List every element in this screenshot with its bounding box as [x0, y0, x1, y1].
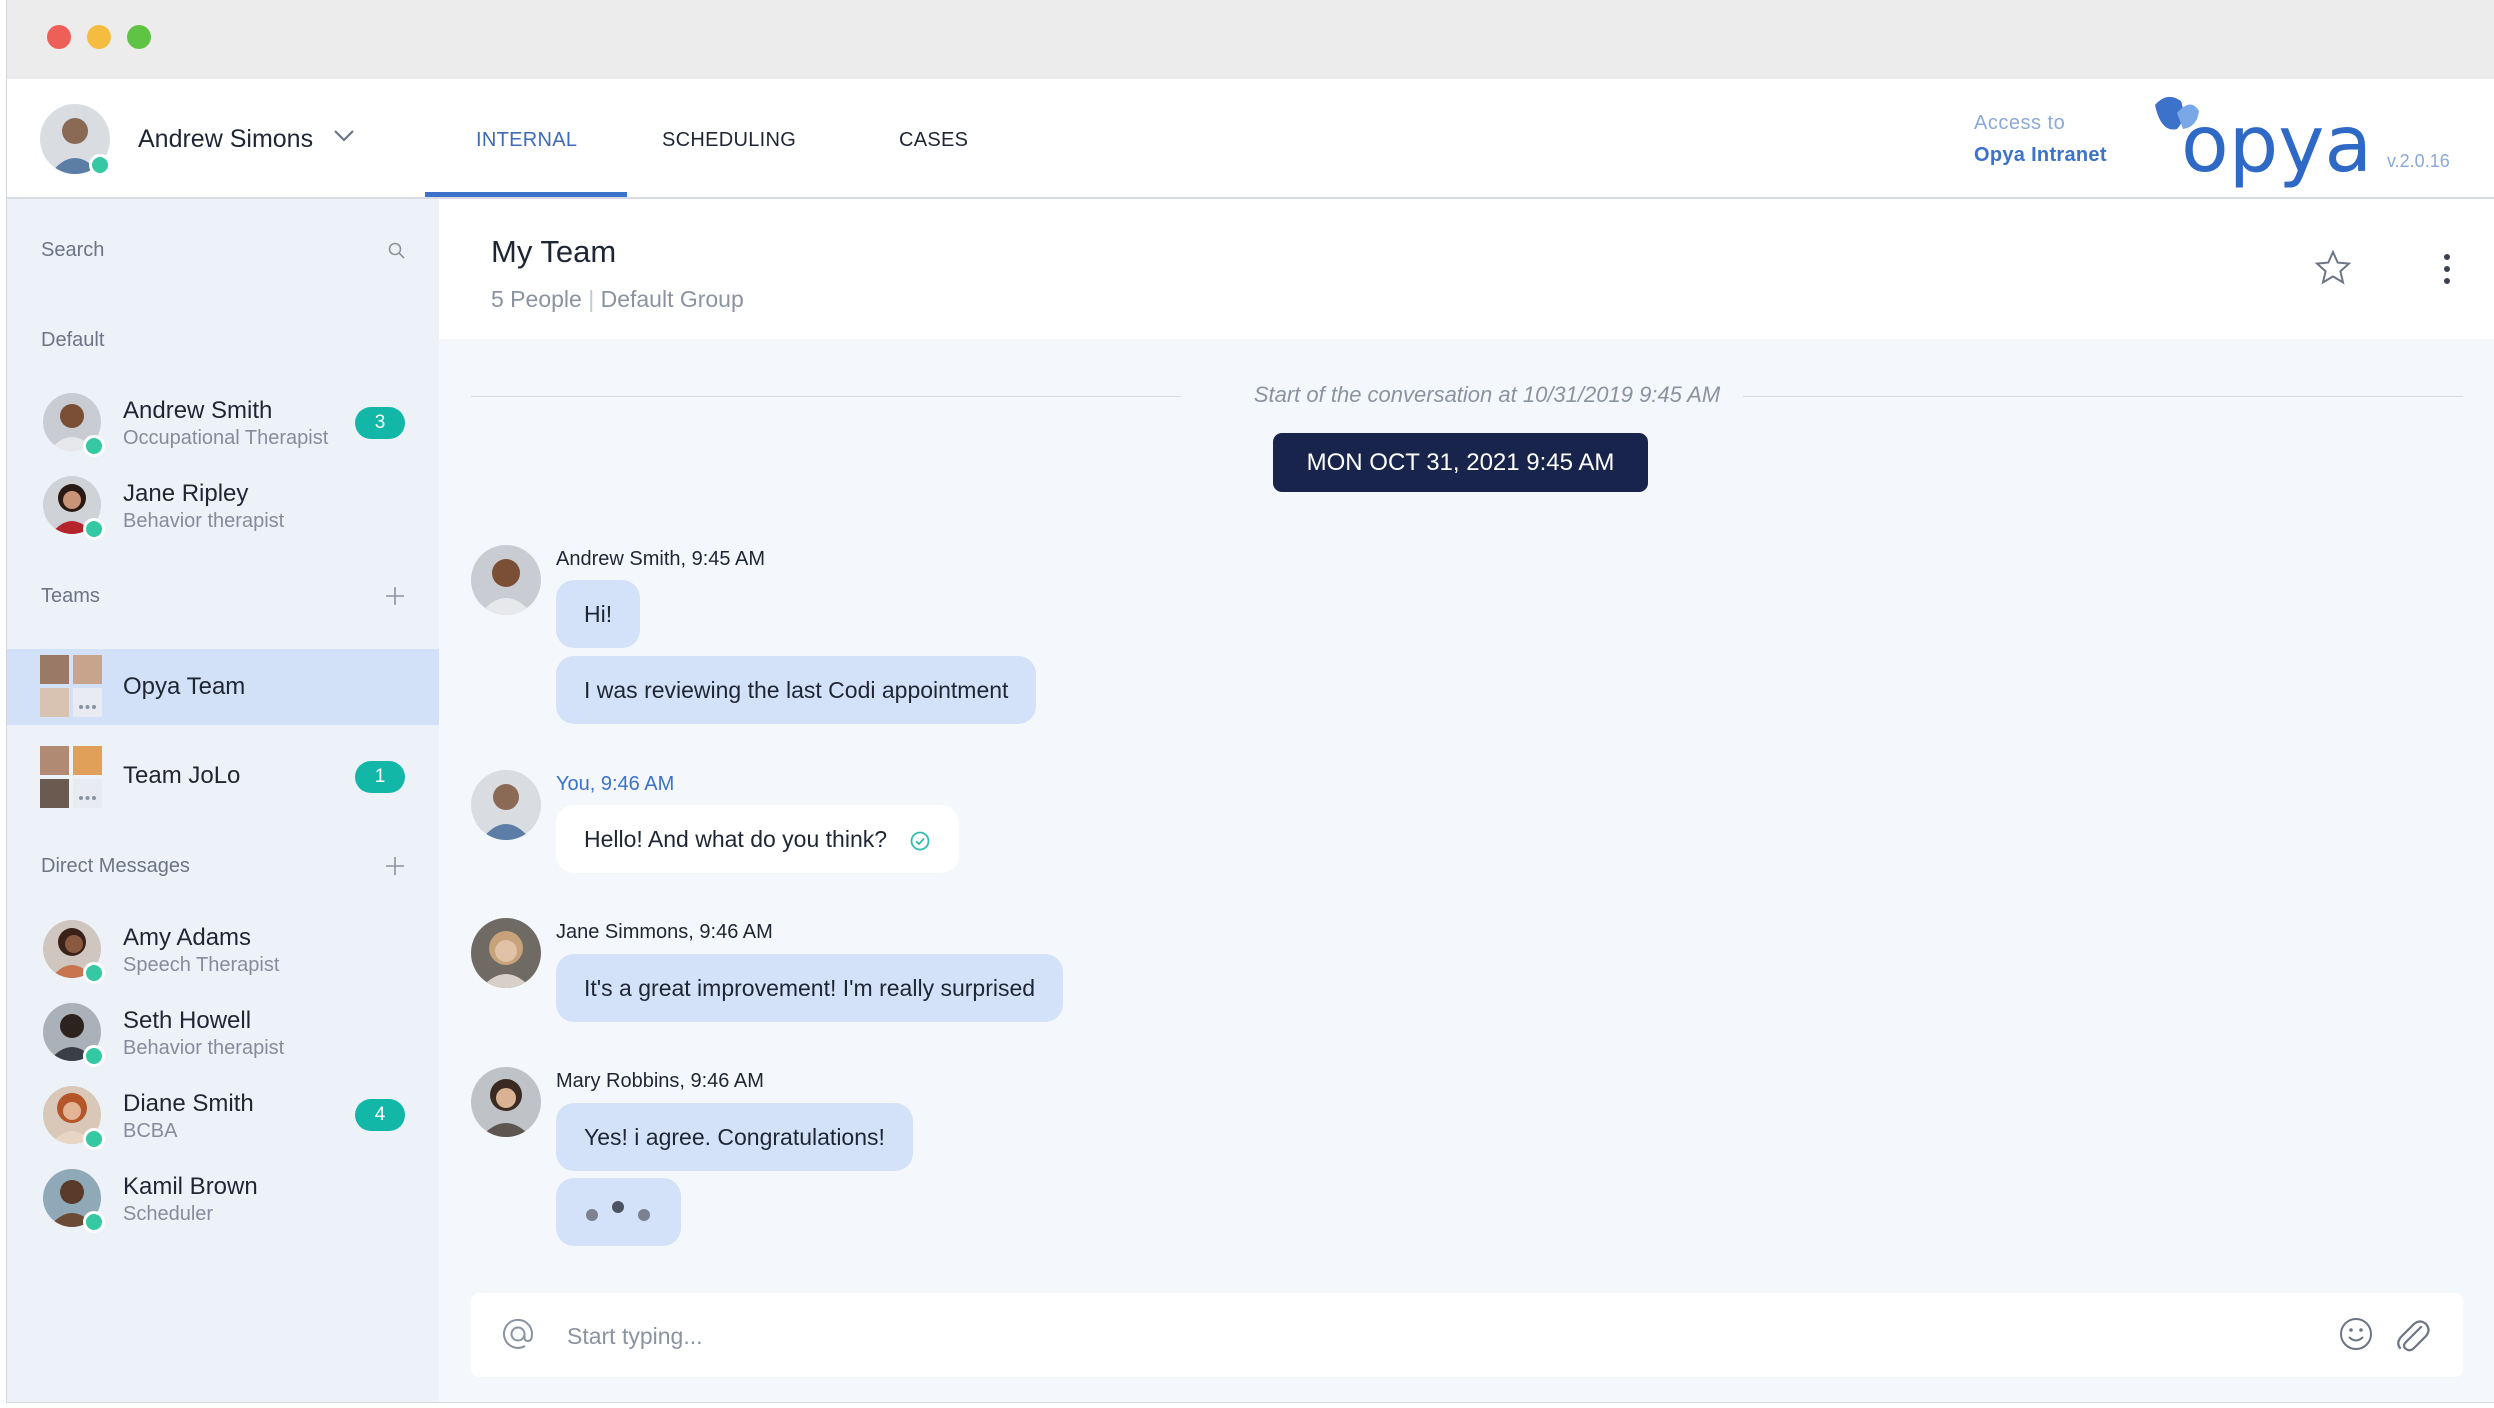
- tab-cases[interactable]: CASES: [899, 129, 968, 152]
- title-bar: [7, 0, 2494, 79]
- typing-dot: [638, 1209, 650, 1221]
- app-window: Andrew Simons INTERNAL SCHEDULING CASES …: [6, 0, 2494, 1403]
- access-label: Access to: [1974, 112, 2066, 134]
- sidebar: Search Default Andrew Smith Occupational…: [7, 199, 439, 1402]
- avatar: [471, 1067, 541, 1137]
- intranet-link[interactable]: Opya Intranet: [1974, 144, 2107, 167]
- unread-badge: 3: [355, 407, 405, 439]
- dm-name: Kamil Brown: [123, 1173, 258, 1200]
- dm-role: Speech Therapist: [123, 954, 280, 976]
- chevron-down-icon[interactable]: [331, 123, 357, 149]
- version-label: v.2.0.16: [2387, 151, 2450, 171]
- conversation-start-text: Start of the conversation at 10/31/2019 …: [1253, 382, 1721, 407]
- message-sender: Mary Robbins, 9:46 AM: [556, 1070, 764, 1092]
- message-bubble[interactable]: Hello! And what do you think?: [556, 805, 960, 873]
- avatar: [471, 770, 541, 840]
- section-label-default: Default: [41, 329, 105, 351]
- separator: |: [588, 286, 601, 312]
- avatar: [471, 545, 541, 615]
- message-sender: You, 9:46 AM: [556, 773, 675, 795]
- status-dot: [83, 1128, 105, 1150]
- tab-internal[interactable]: INTERNAL: [476, 129, 577, 152]
- add-direct-message-plus-icon[interactable]: [384, 855, 406, 877]
- message-sender: Andrew Smith, 9:45 AM: [556, 548, 765, 570]
- message-composer: [471, 1293, 2463, 1377]
- add-team-plus-icon[interactable]: [384, 585, 406, 607]
- opya-logo: opya: [2147, 89, 2382, 194]
- people-count: 5 People: [491, 286, 582, 312]
- status-dot: [83, 435, 105, 457]
- kebab-menu-icon[interactable]: [2439, 252, 2455, 286]
- window-minimize-button[interactable]: [87, 25, 111, 49]
- user-status-dot: [89, 154, 111, 176]
- status-dot: [83, 518, 105, 540]
- unread-badge: 4: [355, 1099, 405, 1131]
- svg-text:opya: opya: [2181, 100, 2372, 189]
- unread-badge: 1: [355, 761, 405, 793]
- group-name: Default Group: [600, 286, 744, 312]
- team-name: Opya Team: [123, 673, 246, 700]
- active-tab-indicator: [425, 192, 627, 197]
- contact-name: Andrew Smith: [123, 397, 273, 424]
- dm-role: Behavior therapist: [123, 1037, 285, 1059]
- at-icon[interactable]: [499, 1315, 537, 1353]
- check-circle-icon: [911, 831, 930, 851]
- contact-role: Behavior therapist: [123, 510, 285, 532]
- dm-role: Scheduler: [123, 1203, 214, 1225]
- message-input[interactable]: [565, 1311, 2269, 1361]
- message-bubble[interactable]: Hi!: [556, 580, 641, 648]
- avatar: [471, 918, 541, 988]
- user-name[interactable]: Andrew Simons: [138, 125, 313, 154]
- dm-name: Amy Adams: [123, 924, 252, 951]
- section-label-direct-messages: Direct Messages: [41, 855, 190, 877]
- date-pill: MON OCT 31, 2021 9:45 AM: [1273, 433, 1648, 492]
- team-name: Team JoLo: [123, 762, 241, 789]
- status-dot: [83, 962, 105, 984]
- team-avatar-grid: [40, 746, 102, 808]
- message-bubble[interactable]: Yes! i agree. Congratulations!: [556, 1103, 913, 1171]
- conversation-subtitle: 5 People | Default Group: [491, 286, 744, 313]
- message-bubble[interactable]: I was reviewing the last Codi appointmen…: [556, 656, 1037, 724]
- dm-name: Diane Smith: [123, 1090, 254, 1117]
- paperclip-icon[interactable]: [2391, 1313, 2431, 1355]
- dm-role: BCBA: [123, 1120, 178, 1142]
- section-label-teams: Teams: [41, 585, 100, 607]
- app-header: Andrew Simons INTERNAL SCHEDULING CASES …: [7, 79, 2494, 199]
- status-dot: [83, 1045, 105, 1067]
- contact-role: Occupational Therapist: [123, 427, 329, 449]
- tab-scheduling[interactable]: SCHEDULING: [662, 129, 796, 152]
- status-dot: [83, 1211, 105, 1233]
- typing-dot: [586, 1209, 598, 1221]
- window-zoom-button[interactable]: [127, 25, 151, 49]
- message-text: Hello! And what do you think?: [584, 826, 888, 852]
- dm-name: Seth Howell: [123, 1007, 252, 1034]
- search-icon[interactable]: [387, 241, 407, 261]
- conversation-title: My Team: [491, 234, 617, 269]
- star-icon[interactable]: [2313, 248, 2353, 288]
- message-sender: Jane Simmons, 9:46 AM: [556, 921, 773, 943]
- typing-indicator: [556, 1178, 681, 1246]
- smile-icon[interactable]: [2337, 1315, 2375, 1353]
- window-close-button[interactable]: [47, 25, 71, 49]
- contact-name: Jane Ripley: [123, 480, 249, 507]
- typing-dot: [612, 1201, 624, 1213]
- search-input[interactable]: Search: [41, 239, 104, 262]
- team-avatar-grid: [40, 655, 102, 717]
- message-bubble[interactable]: It's a great improvement! I'm really sur…: [556, 954, 1064, 1022]
